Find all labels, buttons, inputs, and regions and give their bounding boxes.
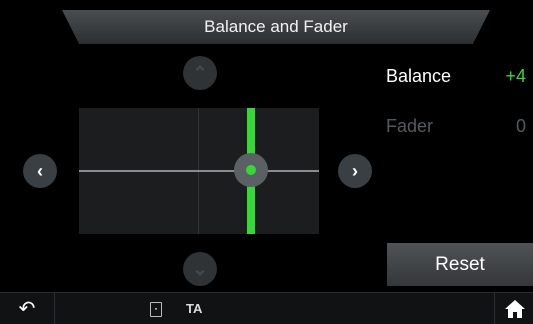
balance-row[interactable]: Balance +4 [386, 66, 526, 90]
home-button[interactable] [494, 293, 533, 324]
balance-fader-grid[interactable] [79, 108, 319, 234]
bottom-status-bar: ↶ ▪ TA [0, 292, 533, 324]
home-icon [504, 299, 525, 318]
sd-card-icon: ▪ [150, 302, 162, 317]
knob-indicator [246, 165, 256, 175]
fader-position-line [79, 170, 319, 172]
chevron-down-icon: ⌄ [192, 258, 208, 279]
ta-indicator: TA [186, 301, 203, 316]
balance-right-button[interactable]: › [338, 154, 372, 188]
page-title: Balance and Fader [62, 10, 490, 44]
fader-up-button[interactable]: ⌃ [183, 56, 217, 90]
chevron-left-icon: ‹ [37, 160, 43, 181]
chevron-up-icon: ⌃ [192, 62, 208, 83]
back-button[interactable]: ↶ [0, 293, 55, 324]
fader-label: Fader [386, 116, 434, 136]
reset-button[interactable]: Reset [387, 243, 533, 286]
fader-row[interactable]: Fader 0 [386, 116, 526, 140]
balance-value: +4 [505, 66, 526, 86]
fader-value: 0 [515, 116, 526, 136]
header-bar: Balance and Fader [0, 0, 533, 46]
back-arrow-icon: ↶ [18, 298, 36, 320]
chevron-right-icon: › [352, 160, 358, 181]
balance-label: Balance [386, 66, 452, 86]
position-knob[interactable] [234, 153, 268, 187]
fader-down-button[interactable]: ⌄ [183, 252, 217, 286]
balance-left-button[interactable]: ‹ [23, 154, 57, 188]
